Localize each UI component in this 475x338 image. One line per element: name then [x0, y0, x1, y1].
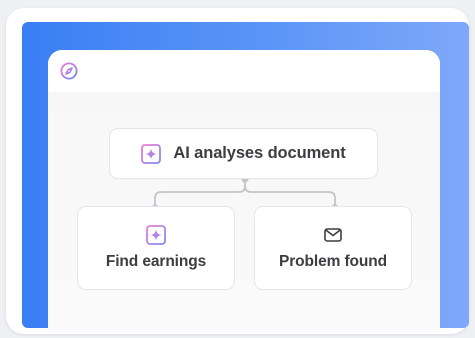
compass-icon[interactable] [60, 62, 78, 80]
sparkle-icon [146, 225, 166, 245]
node-label: Find earnings [105, 253, 207, 270]
node-find-earnings[interactable]: Find earnings [77, 206, 235, 290]
node-label: Problem found [278, 253, 388, 270]
node-label: AI analyses document [173, 144, 346, 162]
browser-toolbar [48, 50, 440, 92]
node-problem-found[interactable]: Problem found [254, 206, 412, 290]
sparkle-icon [141, 143, 162, 164]
mail-icon [323, 225, 343, 245]
node-ai-analyses-document[interactable]: AI analyses document [109, 128, 378, 179]
